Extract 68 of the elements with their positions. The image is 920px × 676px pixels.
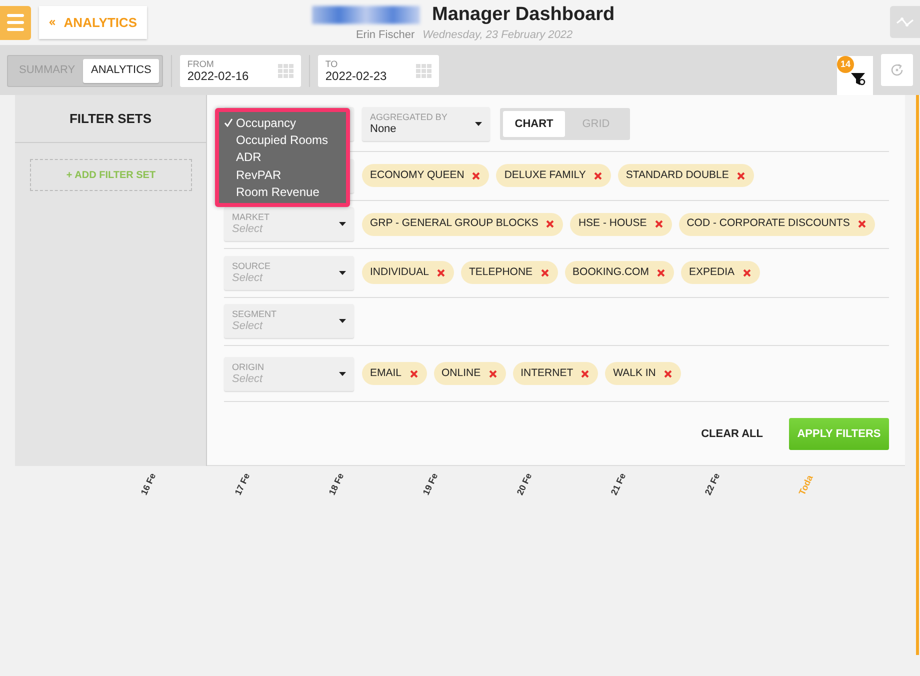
filter-tag: BOOKING.COM — [564, 261, 674, 284]
calendar-grid-icon — [416, 64, 432, 78]
caret-icon — [339, 319, 346, 324]
display-mode-tab[interactable]: CHART — [503, 111, 565, 137]
remove-icon[interactable] — [664, 370, 672, 378]
remove-icon[interactable] — [546, 220, 554, 228]
field-label: FROM — [187, 58, 215, 68]
menu-item[interactable]: Occupied Rooms — [219, 131, 346, 149]
refresh-icon — [889, 62, 905, 78]
date-value: 2022-02-16 — [187, 68, 249, 82]
axis-label: 21 Fe — [608, 471, 629, 498]
remove-icon[interactable] — [736, 172, 745, 180]
remove-icon[interactable] — [858, 220, 866, 228]
axis-label: 16 Fe — [138, 471, 159, 498]
menu-item[interactable]: RevPAR — [219, 166, 346, 184]
filter-tag: EXPEDIA — [680, 261, 760, 284]
filter-tag: COD - CORPORATE DISCOUNTS — [678, 212, 875, 236]
filter-tag: STANDARD DOUBLE — [618, 164, 754, 188]
caret-icon — [339, 270, 346, 275]
clear-all-button[interactable]: CLEAR ALL — [695, 424, 769, 444]
line-graph-icon — [896, 17, 914, 27]
menu-item[interactable]: Occupancy — [219, 114, 346, 132]
menu-item[interactable]: ADR — [219, 148, 346, 166]
axis-label: 20 Fe — [514, 471, 535, 498]
filter-tag: INTERNET — [512, 362, 598, 385]
filter-tag: INDIVIDUAL — [362, 261, 454, 284]
remove-icon[interactable] — [436, 268, 445, 277]
dashboard-title: Manager Dashboard — [432, 4, 615, 26]
axis-label: 22 Fe — [702, 471, 723, 498]
remove-icon[interactable] — [540, 268, 549, 277]
filter-tag: TELEPHONE — [460, 261, 558, 284]
axis-label: Toda — [796, 473, 816, 498]
filter-tag: ONLINE — [434, 362, 506, 385]
funnel-icon — [850, 71, 866, 87]
filter-tag: ECONOMY QUEEN — [362, 164, 490, 188]
date-field[interactable]: TO 2022-02-23 — [318, 54, 440, 86]
remove-icon[interactable] — [742, 268, 751, 277]
date-value: 2022-02-23 — [325, 68, 387, 82]
menu-item[interactable]: Room Revenue — [219, 184, 346, 201]
remove-icon[interactable] — [656, 268, 665, 277]
view-tab[interactable]: ANALYTICS — [83, 58, 160, 82]
remove-icon[interactable] — [472, 172, 480, 180]
aggregation-select[interactable]: AGGREGATED BY None — [362, 107, 490, 141]
axis-label: 17 Fe — [232, 471, 253, 498]
filter-tag: GRP - GENERAL GROUP BLOCKS — [362, 212, 564, 236]
caret-icon — [475, 122, 482, 126]
filter-tag: EMAIL — [362, 362, 427, 385]
field-label: TO — [325, 58, 339, 68]
remove-icon[interactable] — [654, 220, 663, 228]
remove-icon[interactable] — [594, 172, 602, 180]
calendar-grid-icon — [278, 64, 294, 78]
filter-tag: DELUXE FAMILY — [496, 164, 611, 188]
filter-sets-heading: FILTER SETS — [15, 95, 206, 143]
caret-icon — [339, 222, 346, 226]
remove-icon[interactable] — [581, 370, 590, 378]
reset-button[interactable] — [881, 54, 913, 86]
filter-tag: HSE - HOUSE — [570, 212, 672, 236]
date-field[interactable]: FROM 2022-02-16 — [180, 54, 302, 86]
current-date: Wednesday, 23 February 2022 — [422, 28, 573, 43]
remove-icon[interactable] — [488, 370, 497, 378]
caret-icon — [339, 372, 346, 376]
user-name: Erin Fischer — [356, 28, 415, 43]
axis-label: 19 Fe — [420, 471, 441, 498]
axis-label: 18 Fe — [326, 471, 347, 498]
double-chevron-icon — [49, 17, 56, 28]
filter-count-badge: 14 — [837, 56, 854, 73]
filter-tag: WALK IN — [605, 362, 681, 385]
remove-icon[interactable] — [410, 370, 418, 378]
